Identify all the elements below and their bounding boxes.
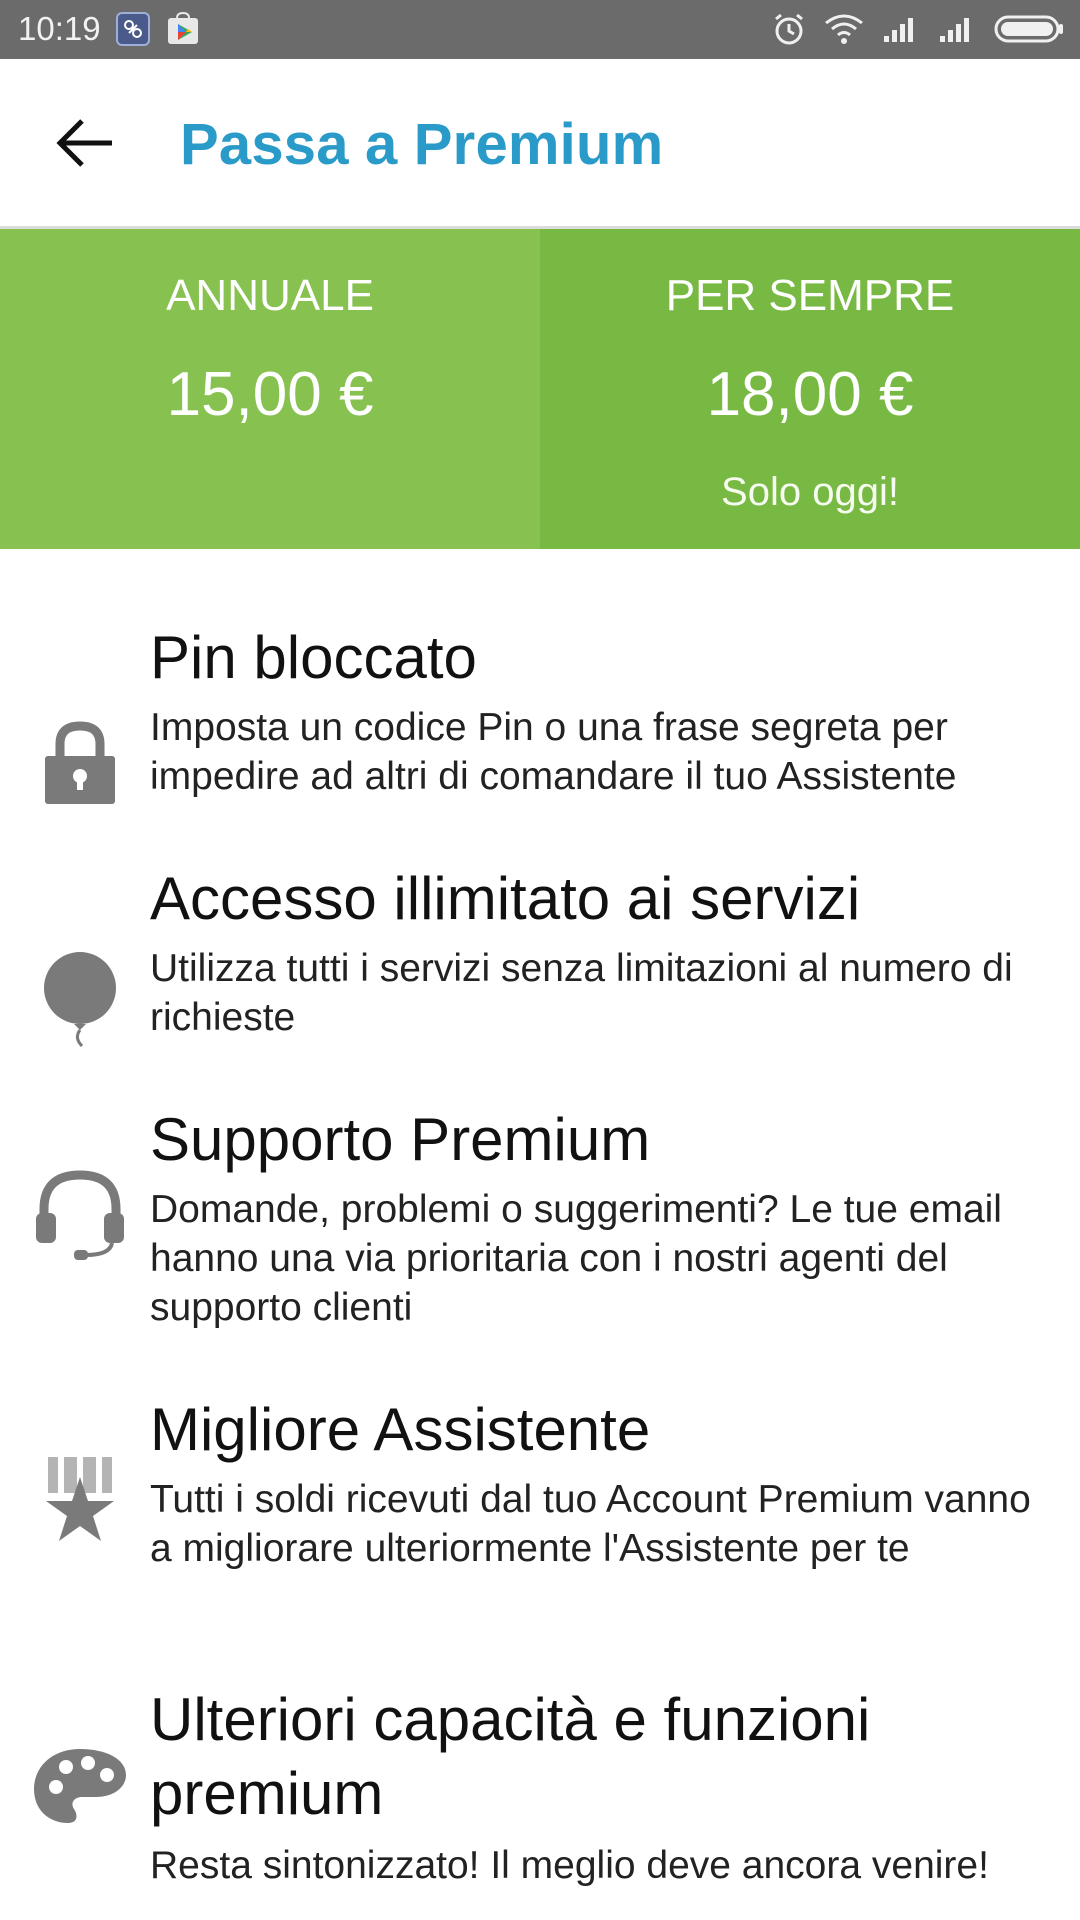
plan-name: ANNUALE — [166, 271, 374, 320]
feature-description: Tutti i soldi ricevuti dal tuo Account P… — [150, 1478, 1031, 1570]
feature-list: Pin bloccato Imposta un codice Pin o una… — [0, 549, 1080, 1920]
feature-description: Utilizza tutti i servizi senza limitazio… — [150, 947, 1013, 1039]
play-store-icon — [168, 12, 198, 44]
status-right-icons — [772, 12, 1066, 46]
balloon-icon — [44, 952, 116, 1048]
back-button[interactable] — [52, 113, 118, 173]
plan-note: Solo oggi! — [721, 470, 899, 514]
wifi-icon — [825, 14, 863, 44]
status-left-icons — [116, 12, 200, 46]
plan-annual[interactable]: ANNUALE 15,00 € — [0, 229, 540, 549]
status-bar: 10:19 — [0, 0, 1080, 59]
signal-icon — [940, 18, 969, 42]
headset-icon — [36, 1170, 124, 1260]
page-title: Passa a Premium — [180, 112, 664, 177]
feature-description: Domande, problemi o suggerimenti? Le tue… — [150, 1188, 1002, 1329]
feature-title: Pin bloccato — [150, 624, 477, 691]
arrow-back-icon — [56, 119, 112, 167]
medal-star-icon — [46, 1457, 114, 1541]
screenshot-app-icon — [116, 12, 150, 46]
feature-description: Imposta un codice Pin o una frase segret… — [150, 706, 957, 798]
plan-name: PER SEMPRE — [665, 271, 955, 320]
plan-selector: ANNUALE 15,00 € PER SEMPRE 18,00 € Solo … — [0, 229, 1080, 549]
feature-title: Supporto Premium — [150, 1106, 651, 1173]
lock-icon — [45, 721, 115, 804]
feature-description: Resta sintonizzato! Il meglio deve ancor… — [150, 1844, 989, 1887]
feature-title: Migliore Assistente — [150, 1396, 651, 1463]
plan-price: 15,00 € — [166, 360, 374, 429]
palette-icon — [34, 1749, 126, 1823]
battery-icon — [994, 15, 1063, 43]
feature-title: Accesso illimitato ai servizi — [150, 865, 861, 932]
alarm-icon — [775, 13, 803, 45]
status-time: 10:19 — [18, 10, 101, 47]
feature-title: Ulteriori capacità e funzioni premium — [150, 1686, 871, 1827]
app-bar: Passa a Premium — [0, 59, 1080, 229]
signal-icon — [884, 18, 913, 42]
plan-forever[interactable]: PER SEMPRE 18,00 € Solo oggi! — [540, 229, 1080, 549]
plan-price: 18,00 € — [706, 360, 914, 429]
